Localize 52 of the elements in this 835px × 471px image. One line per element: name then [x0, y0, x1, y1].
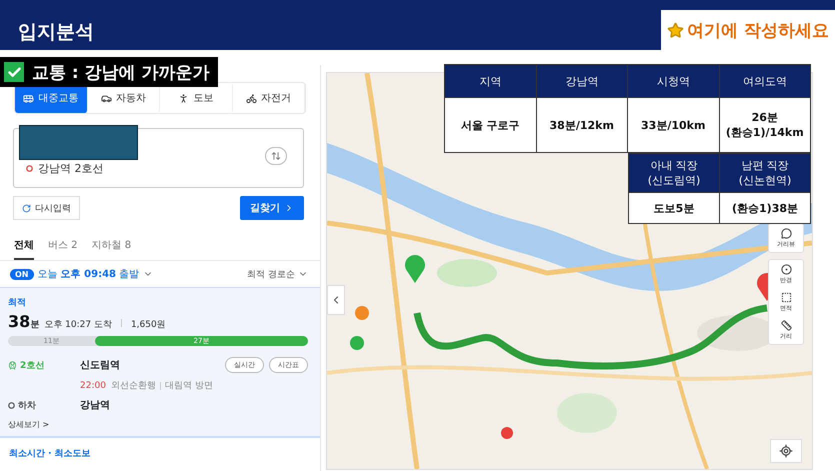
- circle-icon: [26, 165, 33, 172]
- toggle-switch[interactable]: ON: [10, 268, 34, 280]
- route-title: 최소시간 · 최소도보: [9, 448, 92, 460]
- result-tab[interactable]: 지하철 8: [92, 234, 132, 260]
- departure-time: 오늘 오후 09:48 출발: [38, 268, 140, 281]
- route-label: 최적: [8, 297, 27, 309]
- column-header: 아내 직장 (신도림역): [628, 154, 720, 192]
- find-route-button[interactable]: 길찾기: [240, 196, 304, 220]
- subway-line-label: 2호선: [20, 360, 44, 372]
- alight-label: 하차: [18, 400, 36, 412]
- bicycle-icon: [246, 92, 257, 104]
- duration-text: 38분: [8, 312, 40, 331]
- fare-text: 1,650원: [130, 319, 166, 331]
- ruler-icon: [780, 320, 792, 330]
- reset-button[interactable]: 다시입력: [13, 196, 80, 220]
- bus-icon: [23, 92, 34, 104]
- swap-button[interactable]: [265, 147, 287, 165]
- square-icon: [780, 292, 792, 302]
- section-label-text: 교통 : 강남에 가까운가: [32, 62, 210, 84]
- result-tab[interactable]: 버스 2: [48, 234, 78, 260]
- locate-button[interactable]: [770, 439, 802, 463]
- departure-clock: 22:00: [80, 380, 106, 390]
- speech-bubble-icon: [780, 228, 792, 238]
- direction-text: 외선순환행: [111, 380, 156, 392]
- train-icon: [8, 360, 17, 370]
- column-header: 강남역: [536, 64, 628, 98]
- column-header: 여의도역: [719, 64, 810, 98]
- result-tab[interactable]: 전체: [14, 234, 34, 260]
- refresh-icon: [22, 204, 31, 212]
- swap-icon: [271, 151, 281, 161]
- column-header: 지역: [444, 64, 536, 98]
- route-search-box[interactable]: 강남역 2호선: [13, 128, 304, 188]
- star-icon: [667, 22, 684, 38]
- locate-icon: [779, 444, 793, 458]
- station-name: 신도림역: [80, 359, 121, 372]
- table-cell: 도보5분: [628, 192, 720, 224]
- page-title: 입지분석: [18, 20, 94, 45]
- circle-icon: [8, 402, 15, 408]
- note-text: 여기에 작성하세요: [687, 20, 829, 42]
- station-name: 강남역: [80, 399, 111, 412]
- destination-text: 강남역 2호선: [38, 161, 104, 176]
- arrival-text: 오후 10:27 도착: [44, 319, 112, 331]
- table-cell: (환승1)38분: [720, 192, 810, 224]
- table-cell: 서울 구로구: [444, 98, 536, 152]
- table-cell: 38분/12km: [536, 98, 628, 152]
- column-header: 시청역: [628, 64, 719, 98]
- column-header: 남편 직장 (신논현역): [720, 154, 810, 192]
- details-link[interactable]: 상세보기 >: [8, 419, 308, 430]
- sort-dropdown[interactable]: 최적 경로순: [247, 268, 308, 280]
- walking-person-icon: [178, 92, 190, 104]
- circle-dot-icon: [780, 264, 792, 274]
- direction-text: 대림역 방면: [165, 380, 213, 392]
